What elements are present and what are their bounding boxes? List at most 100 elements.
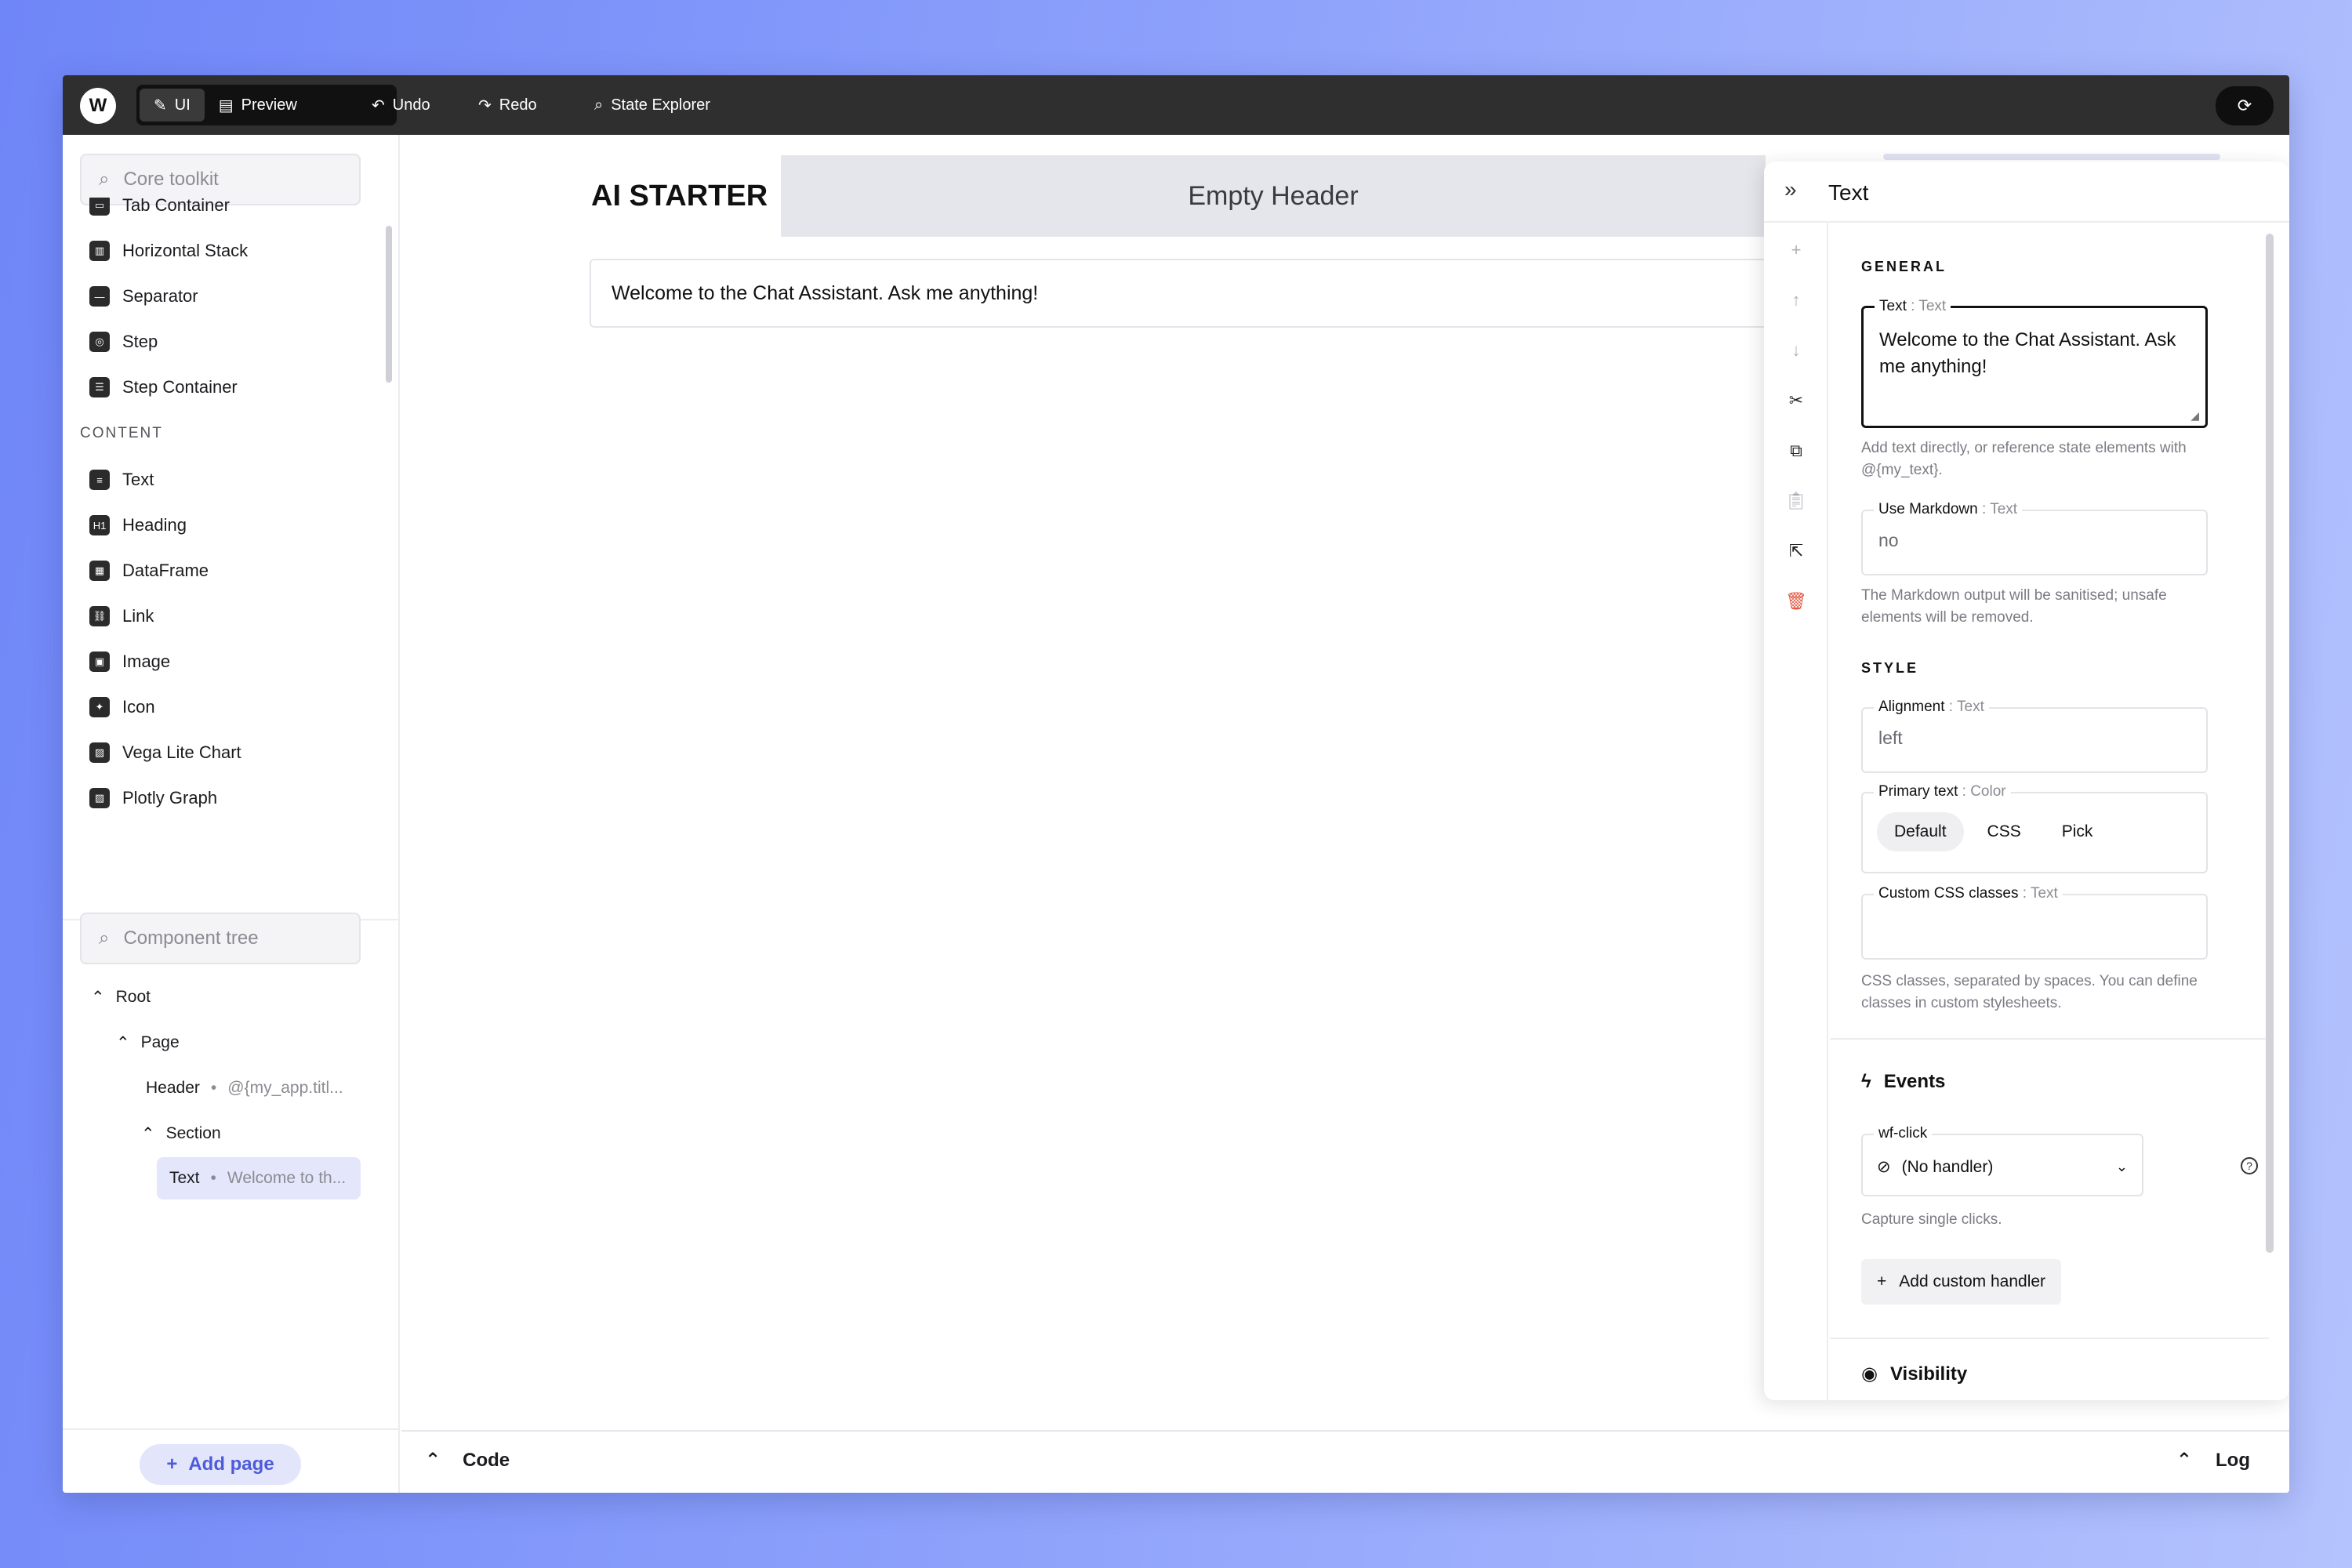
alignment-value: left — [1878, 728, 1903, 748]
field-label-type: : Color — [1962, 783, 2006, 800]
toolkit-item-heading[interactable]: H1 Heading — [89, 510, 187, 541]
panel-header: » Text — [1764, 162, 2289, 223]
text-field-label: Text : Text — [1875, 298, 1951, 315]
primary-text-color-field: Primary text : Color Default CSS Pick — [1861, 783, 2208, 873]
toolkit-item-vega-lite-chart[interactable]: ▨ Vega Lite Chart — [89, 737, 241, 768]
use-markdown-field[interactable]: Use Markdown : Text no — [1861, 501, 2208, 575]
tree-item-page[interactable]: ⌃ Page — [116, 1027, 180, 1058]
delete-icon[interactable]: 🗑︎ — [1784, 590, 1808, 613]
toolkit-search-placeholder: Core toolkit — [123, 169, 219, 190]
custom-css-classes-field[interactable]: Custom CSS classes : Text — [1861, 885, 2208, 960]
add-custom-handler-button[interactable]: + Add custom handler — [1861, 1259, 2062, 1305]
events-divider — [1830, 1038, 2269, 1040]
tree-item-meta: Welcome to th... — [227, 1169, 347, 1187]
visibility-title: Visibility — [1889, 1363, 1968, 1385]
general-section-title: GENERAL — [1861, 259, 1947, 274]
toolkit-item-label: Horizontal Stack — [122, 241, 249, 260]
alignment-field[interactable]: Alignment : Text left — [1861, 699, 2208, 773]
mode-ui-button[interactable]: ✎ UI — [140, 89, 205, 122]
columns-icon: ▥ — [89, 241, 110, 261]
sync-icon: ⟳ — [2237, 96, 2252, 115]
toolkit-item-separator[interactable]: — Separator — [89, 281, 198, 312]
text-component-welcome[interactable]: Welcome to the Chat Assistant. Ask me an… — [590, 259, 1781, 328]
plus-icon: + — [166, 1454, 178, 1475]
chevron-up-icon: ⌃ — [116, 1033, 130, 1052]
wf-click-value: (No handler) — [1901, 1157, 1994, 1176]
toolkit-item-icon[interactable]: ✦ Icon — [89, 691, 155, 723]
cut-icon[interactable]: ✂ — [1784, 389, 1808, 412]
log-label: Log — [2216, 1449, 2250, 1471]
log-toggle[interactable]: ⌃ Log — [2176, 1449, 2250, 1472]
visibility-heading[interactable]: ◉ Visibility — [1861, 1363, 1967, 1385]
wf-click-select[interactable]: wf-click ⊘ (No handler) ⌄ — [1861, 1125, 2143, 1196]
toolkit-scrollbar[interactable] — [386, 226, 392, 383]
color-pick-option[interactable]: Pick — [2045, 812, 2111, 851]
mode-preview-button[interactable]: ▤ Preview — [205, 89, 311, 122]
app-header-component[interactable]: AI STARTER Empty Header — [590, 155, 1766, 237]
bullet-separator: • — [210, 1169, 216, 1187]
field-label-name: Text — [1879, 298, 1907, 314]
undo-button[interactable]: ↶ Undo — [372, 89, 430, 121]
chevron-up-icon: ⌃ — [141, 1124, 155, 1143]
copy-icon[interactable]: ⧉ — [1784, 439, 1808, 463]
app-logo[interactable]: W — [80, 88, 116, 124]
state-explorer-label: State Explorer — [611, 96, 710, 114]
toolkit-item-image[interactable]: ▣ Image — [89, 646, 170, 677]
go-to-parent-icon[interactable]: ⇱ — [1784, 539, 1808, 563]
field-label-name: Primary text — [1878, 783, 1958, 800]
toolkit-item-label: Icon — [122, 697, 155, 717]
tree-item-text-selected[interactable]: Text • Welcome to th... — [157, 1157, 361, 1200]
markdown-hint: The Markdown output will be sanitised; u… — [1861, 587, 2167, 626]
redo-label: Redo — [499, 96, 537, 114]
toolkit-item-label: Heading — [122, 515, 187, 535]
toolkit-item-horizontal-stack[interactable]: ▥ Horizontal Stack — [89, 235, 248, 267]
redo-button[interactable]: ↷ Redo — [478, 89, 537, 121]
text-field-value[interactable]: Welcome to the Chat Assistant. Ask me an… — [1879, 327, 2190, 380]
component-tree-search-input[interactable]: ⌕ Component tree — [80, 913, 361, 964]
toolkit-item-label: Separator — [122, 286, 198, 306]
table-icon: ▦ — [89, 561, 110, 581]
code-toggle[interactable]: ⌃ Code — [425, 1449, 510, 1472]
css-hint: CSS classes, separated by spaces. You ca… — [1861, 973, 2198, 1011]
tree-item-section[interactable]: ⌃ Section — [141, 1118, 221, 1149]
toolkit-item-tab-container[interactable]: ▭ Tab Container — [89, 198, 230, 221]
wf-click-hint: Capture single clicks. — [1861, 1211, 2002, 1228]
search-icon: ⌕ — [99, 927, 110, 949]
panel-scrollbar[interactable] — [2266, 234, 2274, 1253]
toolkit-item-label: Plotly Graph — [122, 788, 218, 808]
panel-body: GENERAL Text : Text Welcome to the Chat … — [1830, 224, 2269, 1400]
color-css-option[interactable]: CSS — [1970, 812, 2038, 851]
add-icon[interactable]: + — [1784, 238, 1808, 262]
builder-window: W ✎ UI ▤ Preview ↶ Undo ↷ Redo ⌕ State E… — [63, 75, 2289, 1493]
tree-item-root[interactable]: ⌃ Root — [91, 982, 151, 1013]
toolkit-item-dataframe[interactable]: ▦ DataFrame — [89, 555, 209, 586]
eye-icon: ◉ — [1861, 1363, 1878, 1385]
paste-icon[interactable]: 📋︎ — [1784, 489, 1808, 513]
tree-item-header[interactable]: Header • @{my_app.titl... — [146, 1073, 343, 1104]
top-toolbar: W ✎ UI ▤ Preview ↶ Undo ↷ Redo ⌕ State E… — [63, 75, 2289, 135]
resize-handle-icon[interactable]: ◢ — [2190, 409, 2199, 423]
toolkit-item-link[interactable]: ⛓ Link — [89, 601, 154, 632]
text-field[interactable]: Text : Text Welcome to the Chat Assistan… — [1861, 298, 2208, 428]
toolkit-item-step[interactable]: ◎ Step — [89, 326, 158, 358]
toolkit-item-step-container[interactable]: ☰ Step Container — [89, 372, 238, 403]
content-section-title: CONTENT — [80, 425, 163, 441]
use-markdown-value: no — [1878, 530, 1899, 550]
tree-item-label: Text — [169, 1169, 200, 1187]
tree-item-label: Root — [115, 988, 151, 1006]
plus-icon: + — [1877, 1272, 1887, 1290]
add-page-button[interactable]: + Add page — [140, 1444, 301, 1485]
collapse-panel-icon[interactable]: » — [1784, 177, 1797, 202]
move-up-icon[interactable]: ↑ — [1784, 289, 1808, 312]
sync-button[interactable]: ⟳ — [2216, 86, 2274, 125]
chevron-up-icon: ⌃ — [2176, 1450, 2193, 1471]
toolkit-item-text[interactable]: ≡ Text — [89, 464, 154, 495]
component-actions-column: + ↑ ↓ ✂ ⧉ 📋︎ ⇱ 🗑︎ — [1764, 223, 1828, 1400]
field-label-name: Custom CSS classes — [1878, 885, 2019, 902]
toolkit-item-plotly-graph[interactable]: ▨ Plotly Graph — [89, 782, 217, 814]
chevron-down-icon: ⌄ — [2115, 1159, 2128, 1174]
help-icon[interactable]: ? — [2241, 1157, 2258, 1174]
move-down-icon[interactable]: ↓ — [1784, 339, 1808, 362]
color-default-option[interactable]: Default — [1877, 812, 1964, 851]
state-explorer-button[interactable]: ⌕ State Explorer — [594, 89, 710, 121]
